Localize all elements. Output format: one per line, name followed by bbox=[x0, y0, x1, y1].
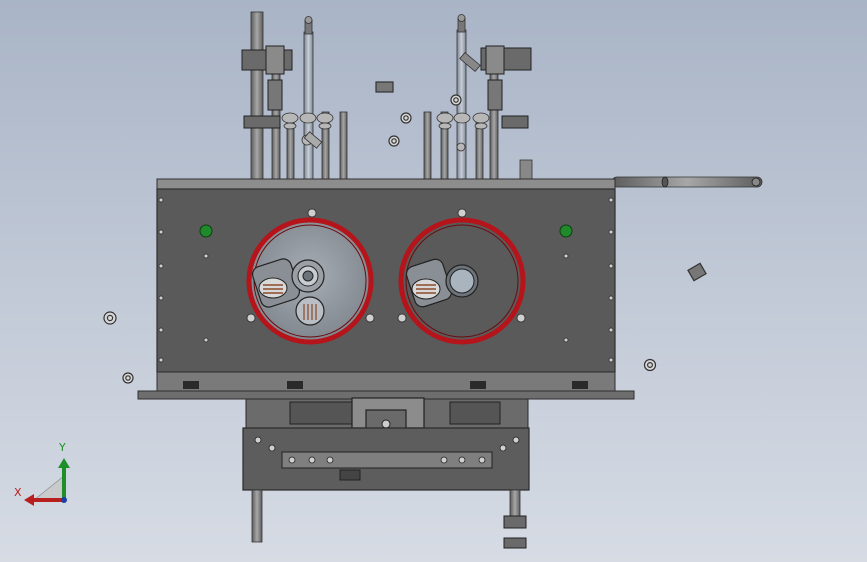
cad-viewport[interactable]: Y X bbox=[0, 0, 867, 562]
right-rod-group bbox=[423, 14, 533, 183]
y-axis-label: Y bbox=[59, 441, 66, 454]
coordinate-triad bbox=[24, 458, 70, 506]
left-indicator-light bbox=[199, 224, 213, 238]
lower-frame bbox=[242, 397, 530, 549]
right-indicator-light bbox=[559, 224, 573, 238]
side-rod bbox=[611, 176, 763, 188]
assembly-model[interactable] bbox=[0, 0, 867, 562]
bottom-rail bbox=[137, 371, 635, 400]
left-rod-group bbox=[241, 11, 348, 183]
right-chamber[interactable] bbox=[398, 217, 526, 345]
x-axis-label: X bbox=[14, 486, 22, 499]
left-chamber[interactable] bbox=[246, 217, 374, 345]
main-plate[interactable] bbox=[156, 178, 616, 373]
